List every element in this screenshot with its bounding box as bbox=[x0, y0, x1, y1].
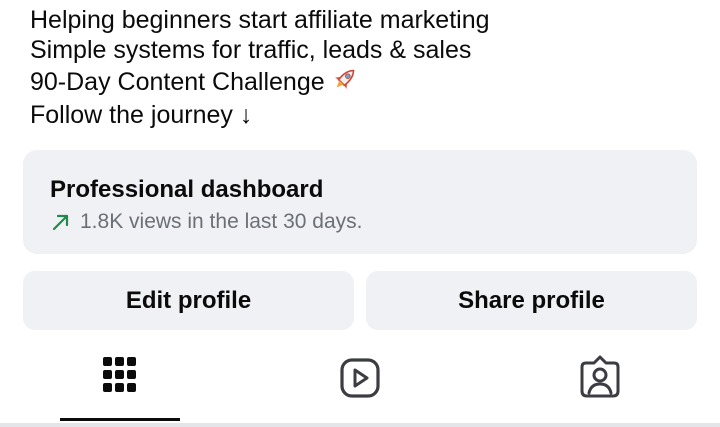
bio-line-3-text: 90-Day Content Challenge bbox=[30, 68, 325, 96]
bio-line-1: Helping beginners start affiliate market… bbox=[30, 6, 490, 34]
rocket-icon bbox=[331, 65, 359, 100]
dashboard-title: Professional dashboard bbox=[50, 176, 324, 203]
tab-reels[interactable] bbox=[240, 352, 480, 424]
dashboard-stats: 1.8K views in the last 30 days. bbox=[50, 209, 697, 235]
trend-up-arrow-icon bbox=[50, 211, 72, 233]
reels-play-icon bbox=[338, 352, 382, 424]
bio-line-3: 90-Day Content Challenge bbox=[30, 65, 710, 100]
bio-line-2: Simple systems for traffic, leads & sale… bbox=[30, 36, 472, 64]
content-divider bbox=[0, 423, 720, 427]
tab-posts-grid[interactable] bbox=[0, 352, 240, 424]
active-tab-indicator bbox=[60, 418, 180, 421]
grid-icon bbox=[102, 352, 138, 424]
profile-page: Helping beginners start affiliate market… bbox=[0, 0, 720, 427]
professional-dashboard-card[interactable]: Professional dashboard 1.8K views in the… bbox=[23, 150, 697, 254]
share-profile-button[interactable]: Share profile bbox=[366, 271, 697, 330]
profile-bio: Helping beginners start affiliate market… bbox=[30, 5, 710, 130]
dashboard-subtitle: 1.8K views in the last 30 days. bbox=[80, 210, 363, 233]
tab-tagged[interactable] bbox=[480, 352, 720, 424]
bio-line-4: Follow the journey ↓ bbox=[30, 101, 253, 129]
tagged-person-icon bbox=[578, 352, 622, 424]
edit-profile-button[interactable]: Edit profile bbox=[23, 271, 354, 330]
